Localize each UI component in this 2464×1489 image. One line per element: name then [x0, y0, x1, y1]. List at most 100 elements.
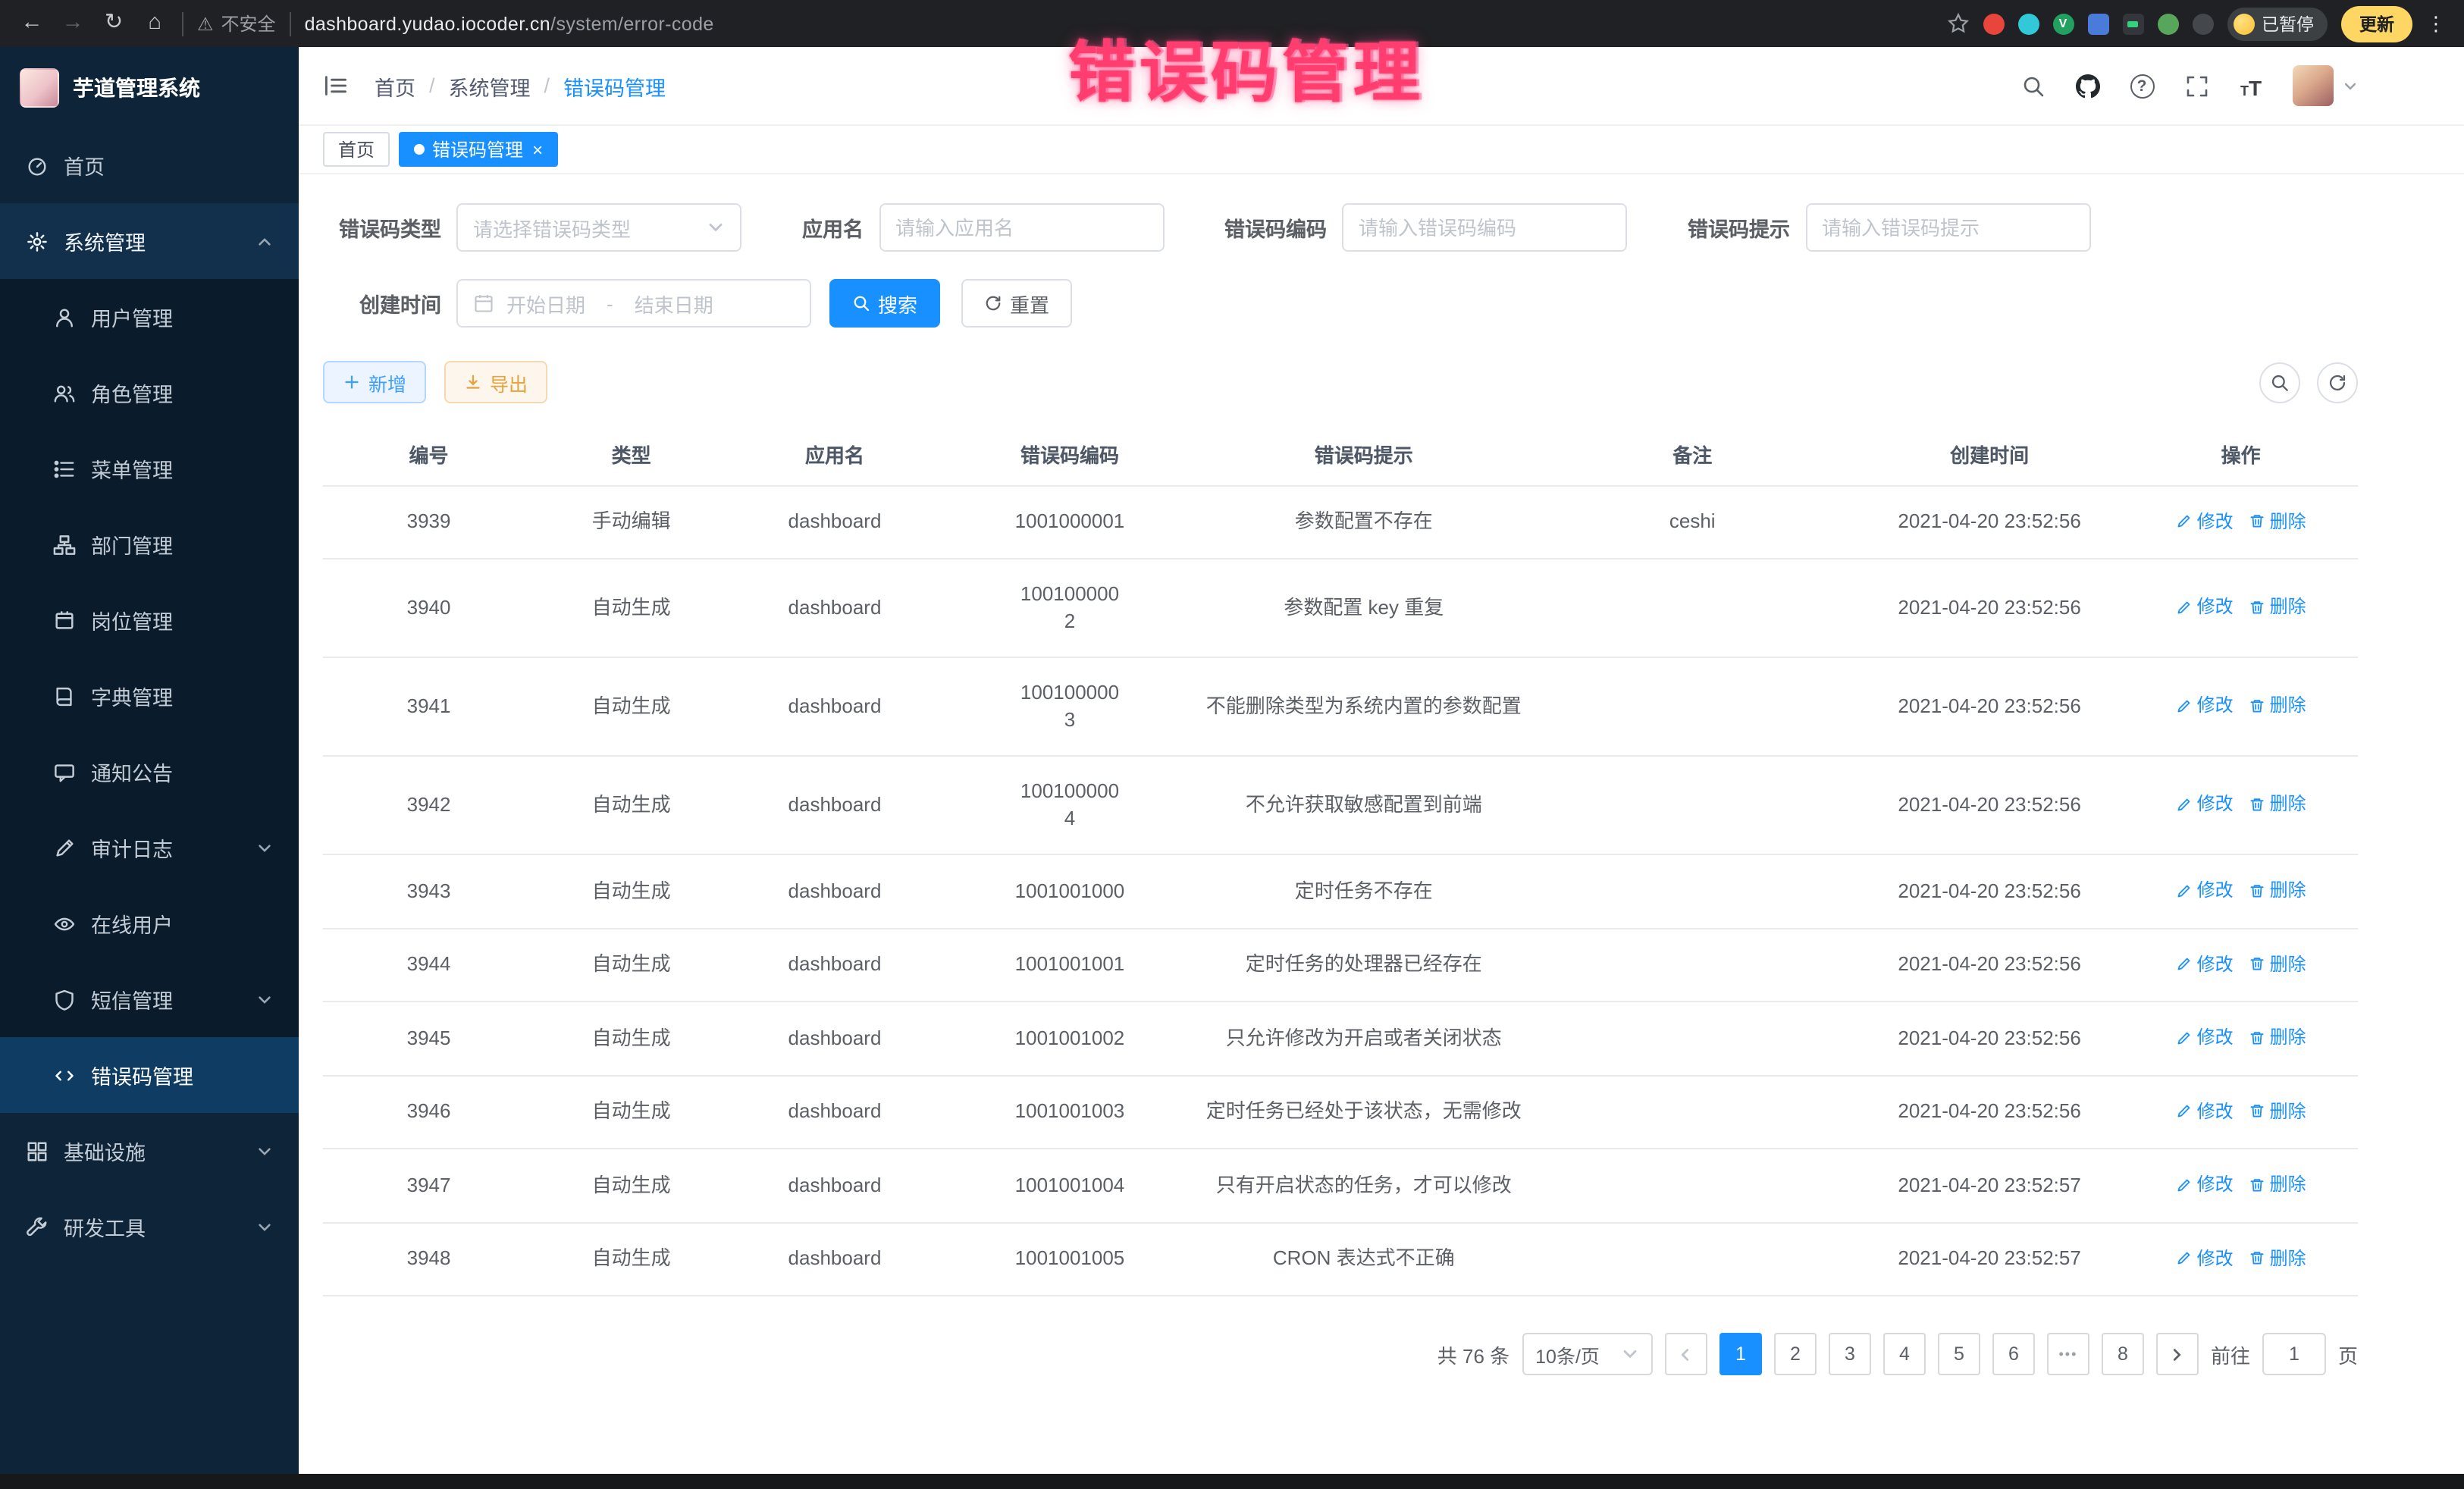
breadcrumb-item[interactable]: 系统管理 — [449, 71, 531, 101]
chevron-down-icon[interactable] — [2343, 78, 2358, 93]
column-header: 错误码编码 — [942, 425, 1198, 485]
sidebar-item-dict[interactable]: 字典管理 — [0, 658, 299, 734]
bookmark-star-icon[interactable] — [1946, 12, 1969, 35]
goto-page-input[interactable] — [2262, 1333, 2326, 1375]
sidebar-item-notice[interactable]: 通知公告 — [0, 734, 299, 810]
sidebar-item-devtool[interactable]: 研发工具 — [0, 1189, 299, 1265]
delete-link[interactable]: 删除 — [2249, 876, 2306, 904]
reload-icon[interactable]: ↻ — [100, 13, 127, 35]
app-logo[interactable]: 芋道管理系统 — [0, 47, 299, 127]
page-button-5[interactable]: 5 — [1938, 1333, 1980, 1375]
sidebar-item-infra[interactable]: 基础设施 — [0, 1113, 299, 1189]
github-icon[interactable] — [2074, 73, 2100, 99]
reset-button[interactable]: 重置 — [961, 279, 1072, 328]
sidebar-item-role[interactable]: 角色管理 — [0, 355, 299, 431]
sidebar-item-online-user[interactable]: 在线用户 — [0, 886, 299, 961]
extension-icon-blue[interactable] — [2087, 13, 2108, 34]
forward-icon[interactable]: → — [59, 13, 86, 35]
edit-link[interactable]: 修改 — [2176, 692, 2234, 719]
cell-msg: 不允许获取敏感配置到前端 — [1198, 756, 1529, 854]
error-msg-input[interactable] — [1805, 203, 2090, 252]
font-size-icon[interactable]: TT — [2238, 73, 2264, 99]
delete-link[interactable]: 删除 — [2249, 1023, 2306, 1051]
delete-link[interactable]: 删除 — [2249, 594, 2306, 621]
edit-link[interactable]: 修改 — [2176, 594, 2234, 621]
sidebar-item-error-code[interactable]: 错误码管理 — [0, 1037, 299, 1113]
menu-icon — [53, 457, 76, 480]
cell-type: 自动生成 — [534, 756, 728, 854]
sidebar-item-sms[interactable]: 短信管理 — [0, 961, 299, 1037]
hamburger-icon[interactable] — [323, 73, 349, 99]
security-indicator[interactable]: ⚠ 不安全 — [197, 11, 276, 36]
sidebar-item-post[interactable]: 岗位管理 — [0, 582, 299, 658]
extension-icon-pin[interactable] — [2192, 13, 2213, 34]
cell-code: 1001001005 — [942, 1222, 1198, 1296]
edit-link[interactable]: 修改 — [2176, 791, 2234, 818]
prev-page-button[interactable] — [1665, 1333, 1707, 1375]
browser-update-button[interactable]: 更新 — [2341, 5, 2412, 42]
date-range-picker[interactable]: 开始日期 - 结束日期 — [456, 279, 811, 328]
cell-ops: 修改删除 — [2124, 1075, 2358, 1149]
tab-error-code[interactable]: 错误码管理× — [399, 132, 558, 167]
cell-msg: 只有开启状态的任务，才可以修改 — [1198, 1149, 1529, 1222]
profile-paused-badge[interactable]: 已暂停 — [2227, 7, 2328, 40]
sidebar-item-home[interactable]: 首页 — [0, 127, 299, 203]
page-button-6[interactable]: 6 — [1992, 1333, 2035, 1375]
delete-link[interactable]: 删除 — [2249, 950, 2306, 977]
extension-icon-v[interactable]: V — [2052, 13, 2074, 34]
select-placeholder: 请选择错误码类型 — [473, 213, 631, 242]
page-button-1[interactable]: 1 — [1719, 1333, 1762, 1375]
extension-icon-on[interactable] — [2122, 13, 2143, 34]
edit-link[interactable]: 修改 — [2176, 1171, 2234, 1198]
error-code-input[interactable] — [1342, 203, 1627, 252]
back-icon[interactable]: ← — [18, 13, 45, 35]
delete-link[interactable]: 删除 — [2249, 507, 2306, 534]
add-button[interactable]: 新增 — [323, 361, 426, 403]
more-pages-button[interactable]: ••• — [2047, 1333, 2089, 1375]
edit-link[interactable]: 修改 — [2176, 1023, 2234, 1051]
browser-menu-icon[interactable]: ⋮ — [2426, 11, 2446, 36]
page-button-2[interactable]: 2 — [1774, 1333, 1817, 1375]
breadcrumb-item[interactable]: 错误码管理 — [563, 71, 666, 101]
search-button[interactable]: 搜索 — [829, 279, 940, 328]
delete-link[interactable]: 删除 — [2249, 1244, 2306, 1271]
page-button-8[interactable]: 8 — [2102, 1333, 2144, 1375]
user-avatar[interactable] — [2293, 65, 2334, 106]
page-size-select[interactable]: 10条/页 — [1522, 1333, 1653, 1375]
app-name-input[interactable] — [879, 203, 1164, 252]
extension-icon-green[interactable] — [2157, 13, 2178, 34]
edit-link[interactable]: 修改 — [2176, 507, 2234, 534]
tab-close-icon[interactable]: × — [532, 140, 543, 158]
help-icon[interactable]: ? — [2129, 73, 2155, 99]
breadcrumb-item[interactable]: 首页 — [375, 71, 415, 101]
delete-link[interactable]: 删除 — [2249, 692, 2306, 719]
search-icon[interactable] — [2020, 73, 2045, 99]
page-button-3[interactable]: 3 — [1829, 1333, 1871, 1375]
refresh-icon[interactable] — [2317, 362, 2358, 403]
browser-home-icon[interactable]: ⌂ — [141, 13, 168, 35]
sidebar-item-user[interactable]: 用户管理 — [0, 279, 299, 355]
export-button[interactable]: 导出 — [444, 361, 547, 403]
edit-link[interactable]: 修改 — [2176, 950, 2234, 977]
fullscreen-icon[interactable] — [2183, 73, 2209, 99]
sidebar-item-menu[interactable]: 菜单管理 — [0, 431, 299, 506]
sidebar-item-system[interactable]: 系统管理 — [0, 203, 299, 279]
edit-link[interactable]: 修改 — [2176, 1097, 2234, 1124]
address-bar[interactable]: dashboard.yudao.iocoder.cn/system/error-… — [305, 13, 714, 34]
next-page-button[interactable] — [2156, 1333, 2199, 1375]
error-type-select[interactable]: 请选择错误码类型 — [456, 203, 741, 252]
sidebar: 芋道管理系统 首页系统管理用户管理角色管理菜单管理部门管理岗位管理字典管理通知公… — [0, 47, 299, 1474]
delete-link[interactable]: 删除 — [2249, 1097, 2306, 1124]
page-button-4[interactable]: 4 — [1883, 1333, 1926, 1375]
tab-home[interactable]: 首页 — [323, 132, 390, 167]
sidebar-item-dept[interactable]: 部门管理 — [0, 506, 299, 582]
edit-link[interactable]: 修改 — [2176, 876, 2234, 904]
edit-link[interactable]: 修改 — [2176, 1244, 2234, 1271]
delete-link[interactable]: 删除 — [2249, 1171, 2306, 1198]
delete-link[interactable]: 删除 — [2249, 791, 2306, 818]
extension-icon-teal[interactable] — [2017, 13, 2039, 34]
sidebar-item-audit-log[interactable]: 审计日志 — [0, 810, 299, 886]
toggle-search-icon[interactable] — [2259, 362, 2300, 403]
column-header: 应用名 — [728, 425, 942, 485]
extension-icon-red[interactable] — [1983, 13, 2004, 34]
